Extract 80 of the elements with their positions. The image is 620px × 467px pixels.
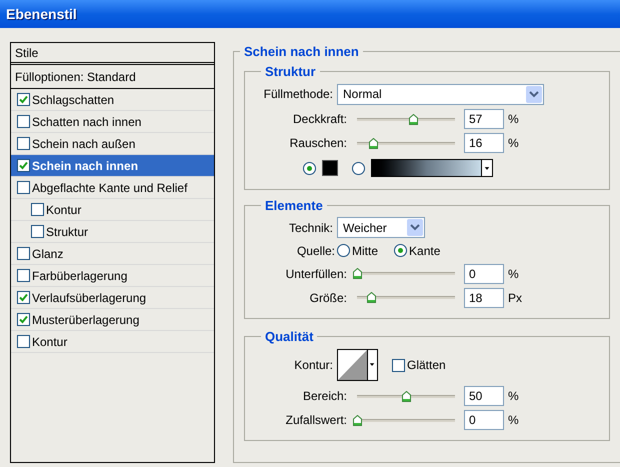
radio-button[interactable] — [352, 162, 365, 174]
checkbox[interactable] — [31, 225, 44, 238]
field-label: Technik: — [288, 220, 334, 236]
field-label: Größe: — [308, 290, 348, 306]
checkbox[interactable] — [17, 291, 30, 304]
checkbox[interactable] — [17, 159, 30, 172]
window-title: Ebenenstil — [6, 4, 77, 24]
checkbox[interactable] — [17, 137, 30, 150]
color-swatch[interactable] — [322, 160, 338, 176]
contour-picker[interactable] — [337, 349, 378, 381]
field-label: Rauschen: — [288, 135, 348, 152]
value-field[interactable]: 0 — [464, 264, 504, 284]
field-label: Füllmethode: — [262, 86, 334, 103]
check-icon — [19, 315, 28, 324]
style-list-item[interactable]: Verlaufsüberlagerung — [11, 287, 214, 309]
slider-thumb[interactable] — [408, 114, 418, 124]
style-list-item[interactable]: Farbüberlagerung — [11, 265, 214, 287]
value-field[interactable]: 16 — [464, 133, 504, 153]
list-header: Stile — [11, 43, 214, 65]
chevron-down-icon — [526, 86, 542, 102]
checkbox[interactable] — [17, 93, 30, 106]
field-label: Deckkraft: — [292, 111, 348, 128]
checkbox[interactable] — [17, 115, 30, 128]
check-icon — [19, 293, 28, 302]
value-field[interactable]: 57 — [464, 109, 504, 129]
caret-icon — [481, 160, 492, 176]
gradient-picker[interactable] — [371, 159, 493, 177]
style-list-item[interactable]: Schatten nach innen — [11, 111, 214, 133]
group-title: Struktur — [264, 62, 317, 80]
style-list-item[interactable]: Abgeflachte Kante und Relief — [11, 177, 214, 199]
field-label: Unterfüllen: — [284, 266, 348, 282]
unit-label: % — [508, 135, 519, 152]
value-field[interactable]: 50 — [464, 386, 504, 406]
field-label: Quelle: — [296, 242, 336, 260]
checkbox[interactable] — [17, 313, 30, 326]
style-list-item[interactable]: Musterüberlagerung — [11, 309, 214, 331]
slider-thumb[interactable] — [368, 138, 378, 148]
style-list-item[interactable]: Glanz — [11, 243, 214, 265]
radio-button[interactable] — [337, 244, 350, 257]
unit-label: % — [508, 266, 519, 282]
checkbox[interactable] — [17, 181, 30, 194]
checkbox[interactable] — [17, 335, 30, 348]
radio-button[interactable] — [394, 244, 408, 257]
dropdown[interactable]: Weicher — [337, 217, 425, 238]
chevron-down-icon — [407, 219, 423, 236]
unit-label: % — [508, 388, 519, 405]
slider-thumb[interactable] — [402, 390, 411, 402]
check-icon — [19, 95, 28, 104]
contour-curve-icon — [338, 350, 367, 380]
slider-thumb[interactable] — [366, 292, 376, 303]
caret-icon — [367, 350, 377, 380]
radio-label: Kante — [409, 242, 440, 260]
checkbox-label: Glätten — [407, 357, 446, 374]
field-label: Kontur: — [293, 357, 334, 374]
group-title: Qualität — [264, 328, 314, 346]
style-list-item[interactable]: Kontur — [11, 199, 214, 221]
blending-options-item[interactable]: Fülloptionen: Standard — [11, 65, 214, 89]
unit-label: % — [508, 412, 519, 429]
panel-title: Schein nach innen — [243, 43, 360, 61]
radio-label: Mitte — [352, 242, 378, 260]
field-label: Zufallswert: — [284, 412, 348, 429]
radio-button[interactable] — [303, 162, 316, 174]
slider-thumb[interactable] — [353, 268, 362, 279]
check-icon — [19, 161, 28, 170]
checkbox[interactable] — [392, 358, 405, 372]
slider-thumb[interactable] — [353, 414, 362, 426]
style-list-item[interactable]: Schein nach innen — [11, 155, 214, 177]
unit-label: % — [508, 111, 519, 128]
group-title: Elemente — [264, 197, 324, 215]
value-field[interactable]: 0 — [464, 410, 504, 430]
checkbox[interactable] — [31, 203, 44, 216]
checkbox[interactable] — [17, 247, 30, 260]
value-field[interactable]: 18 — [464, 288, 504, 308]
field-label: Bereich: — [302, 388, 348, 405]
style-list-item[interactable]: Struktur — [11, 221, 214, 243]
style-list-item[interactable]: Schlagschatten — [11, 89, 214, 111]
dropdown[interactable]: Normal — [337, 84, 544, 104]
style-list-item[interactable]: Kontur — [11, 331, 214, 353]
unit-label: Px — [508, 290, 522, 306]
checkbox[interactable] — [17, 269, 30, 282]
